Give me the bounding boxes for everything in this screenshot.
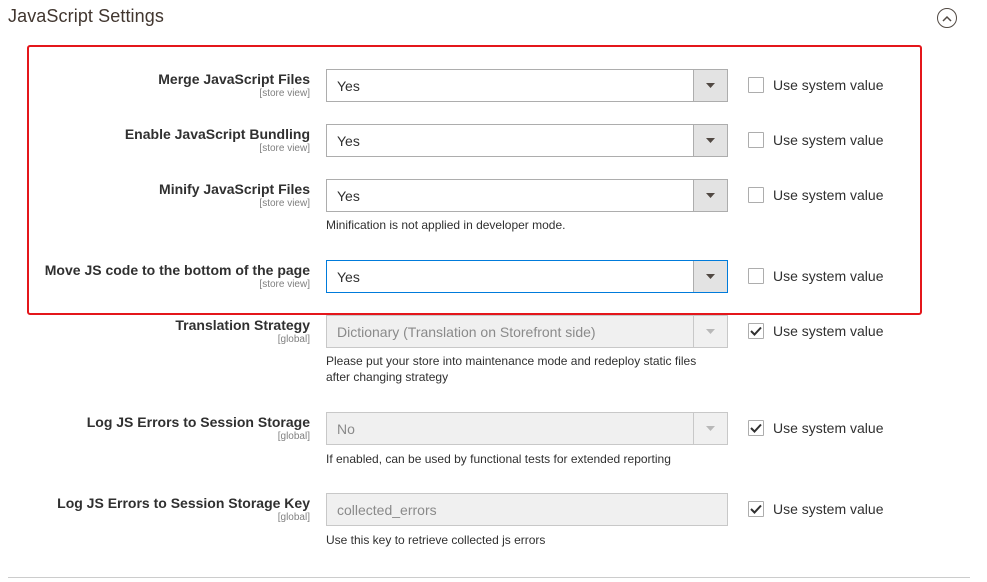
field-note: Use this key to retrieve collected js er… bbox=[326, 533, 546, 547]
select-value: Yes bbox=[337, 77, 360, 94]
field-label-text: Log JS Errors to Session Storage bbox=[86, 414, 310, 430]
select-value: Yes bbox=[337, 187, 360, 204]
select-value: No bbox=[337, 420, 355, 437]
section-title: JavaScript Settings bbox=[8, 6, 164, 26]
checkbox-box[interactable] bbox=[748, 187, 764, 203]
checkbox-box[interactable] bbox=[748, 501, 764, 517]
field-label-text: Move JS code to the bottom of the page bbox=[44, 262, 310, 278]
dropdown-arrow-icon bbox=[693, 316, 727, 347]
field-scope: [global] bbox=[277, 431, 310, 442]
dropdown-arrow-icon[interactable] bbox=[693, 261, 727, 292]
use-system-value-label: Use system value bbox=[773, 187, 884, 203]
translation-strategy-select: Dictionary (Translation on Storefront si… bbox=[326, 315, 728, 348]
collapse-section-button[interactable] bbox=[937, 8, 957, 28]
field-scope: [store view] bbox=[259, 88, 310, 99]
select-value: Yes bbox=[337, 268, 360, 285]
use-system-value-checkbox[interactable]: Use system value bbox=[748, 132, 883, 148]
use-system-value-label: Use system value bbox=[773, 132, 884, 148]
field-label: Log JS Errors to Session Storage [global… bbox=[10, 414, 310, 442]
use-system-value-checkbox[interactable]: Use system value bbox=[748, 268, 883, 284]
checkmark-icon bbox=[750, 504, 762, 514]
checkmark-icon bbox=[750, 326, 762, 336]
dropdown-arrow-icon bbox=[693, 413, 727, 444]
checkbox-box[interactable] bbox=[748, 323, 764, 339]
field-note: If enabled, can be used by functional te… bbox=[326, 452, 671, 466]
field-label: Move JS code to the bottom of the page [… bbox=[10, 262, 310, 290]
use-system-value-label: Use system value bbox=[773, 268, 884, 284]
use-system-value-label: Use system value bbox=[773, 501, 884, 517]
field-scope: [store view] bbox=[259, 143, 310, 154]
field-label-text: Enable JavaScript Bundling bbox=[124, 126, 310, 142]
enable-bundling-select[interactable]: Yes bbox=[326, 124, 728, 157]
minify-js-select[interactable]: Yes bbox=[326, 179, 728, 212]
select-value: Dictionary (Translation on Storefront si… bbox=[337, 323, 596, 340]
field-label: Merge JavaScript Files [store view] bbox=[10, 71, 310, 99]
field-note-line: after changing strategy bbox=[326, 370, 449, 384]
use-system-value-checkbox[interactable]: Use system value bbox=[748, 323, 883, 339]
field-scope: [store view] bbox=[259, 198, 310, 209]
field-label: Translation Strategy [global] bbox=[10, 317, 310, 345]
field-note: Minification is not applied in developer… bbox=[326, 218, 566, 232]
use-system-value-checkbox[interactable]: Use system value bbox=[748, 77, 883, 93]
log-js-errors-select: No bbox=[326, 412, 728, 445]
field-label-text: Translation Strategy bbox=[175, 317, 310, 333]
checkbox-box[interactable] bbox=[748, 268, 764, 284]
select-value: Yes bbox=[337, 132, 360, 149]
merge-js-select[interactable]: Yes bbox=[326, 69, 728, 102]
move-js-bottom-select[interactable]: Yes bbox=[326, 260, 728, 293]
use-system-value-checkbox[interactable]: Use system value bbox=[748, 501, 883, 517]
field-scope: [store view] bbox=[259, 279, 310, 290]
section-divider bbox=[8, 577, 970, 578]
use-system-value-checkbox[interactable]: Use system value bbox=[748, 187, 883, 203]
field-scope: [global] bbox=[277, 512, 310, 523]
chevron-up-icon bbox=[942, 15, 952, 22]
checkbox-box[interactable] bbox=[748, 132, 764, 148]
field-label: Enable JavaScript Bundling [store view] bbox=[10, 126, 310, 154]
field-label-text: Minify JavaScript Files bbox=[159, 181, 310, 197]
field-label-text: Log JS Errors to Session Storage Key bbox=[57, 495, 310, 511]
log-js-errors-key-input: collected_errors bbox=[326, 493, 728, 526]
field-note-line: Please put your store into maintenance m… bbox=[326, 354, 697, 368]
checkmark-icon bbox=[750, 423, 762, 433]
use-system-value-label: Use system value bbox=[773, 77, 884, 93]
field-label: Log JS Errors to Session Storage Key [gl… bbox=[10, 495, 310, 523]
field-label: Minify JavaScript Files [store view] bbox=[10, 181, 310, 209]
dropdown-arrow-icon[interactable] bbox=[693, 180, 727, 211]
use-system-value-checkbox[interactable]: Use system value bbox=[748, 420, 883, 436]
dropdown-arrow-icon[interactable] bbox=[693, 70, 727, 101]
field-scope: [global] bbox=[277, 334, 310, 345]
dropdown-arrow-icon[interactable] bbox=[693, 125, 727, 156]
checkbox-box[interactable] bbox=[748, 420, 764, 436]
field-label-text: Merge JavaScript Files bbox=[158, 71, 310, 87]
checkbox-box[interactable] bbox=[748, 77, 764, 93]
use-system-value-label: Use system value bbox=[773, 420, 884, 436]
field-note: Please put your store into maintenance m… bbox=[326, 353, 736, 385]
use-system-value-label: Use system value bbox=[773, 323, 884, 339]
